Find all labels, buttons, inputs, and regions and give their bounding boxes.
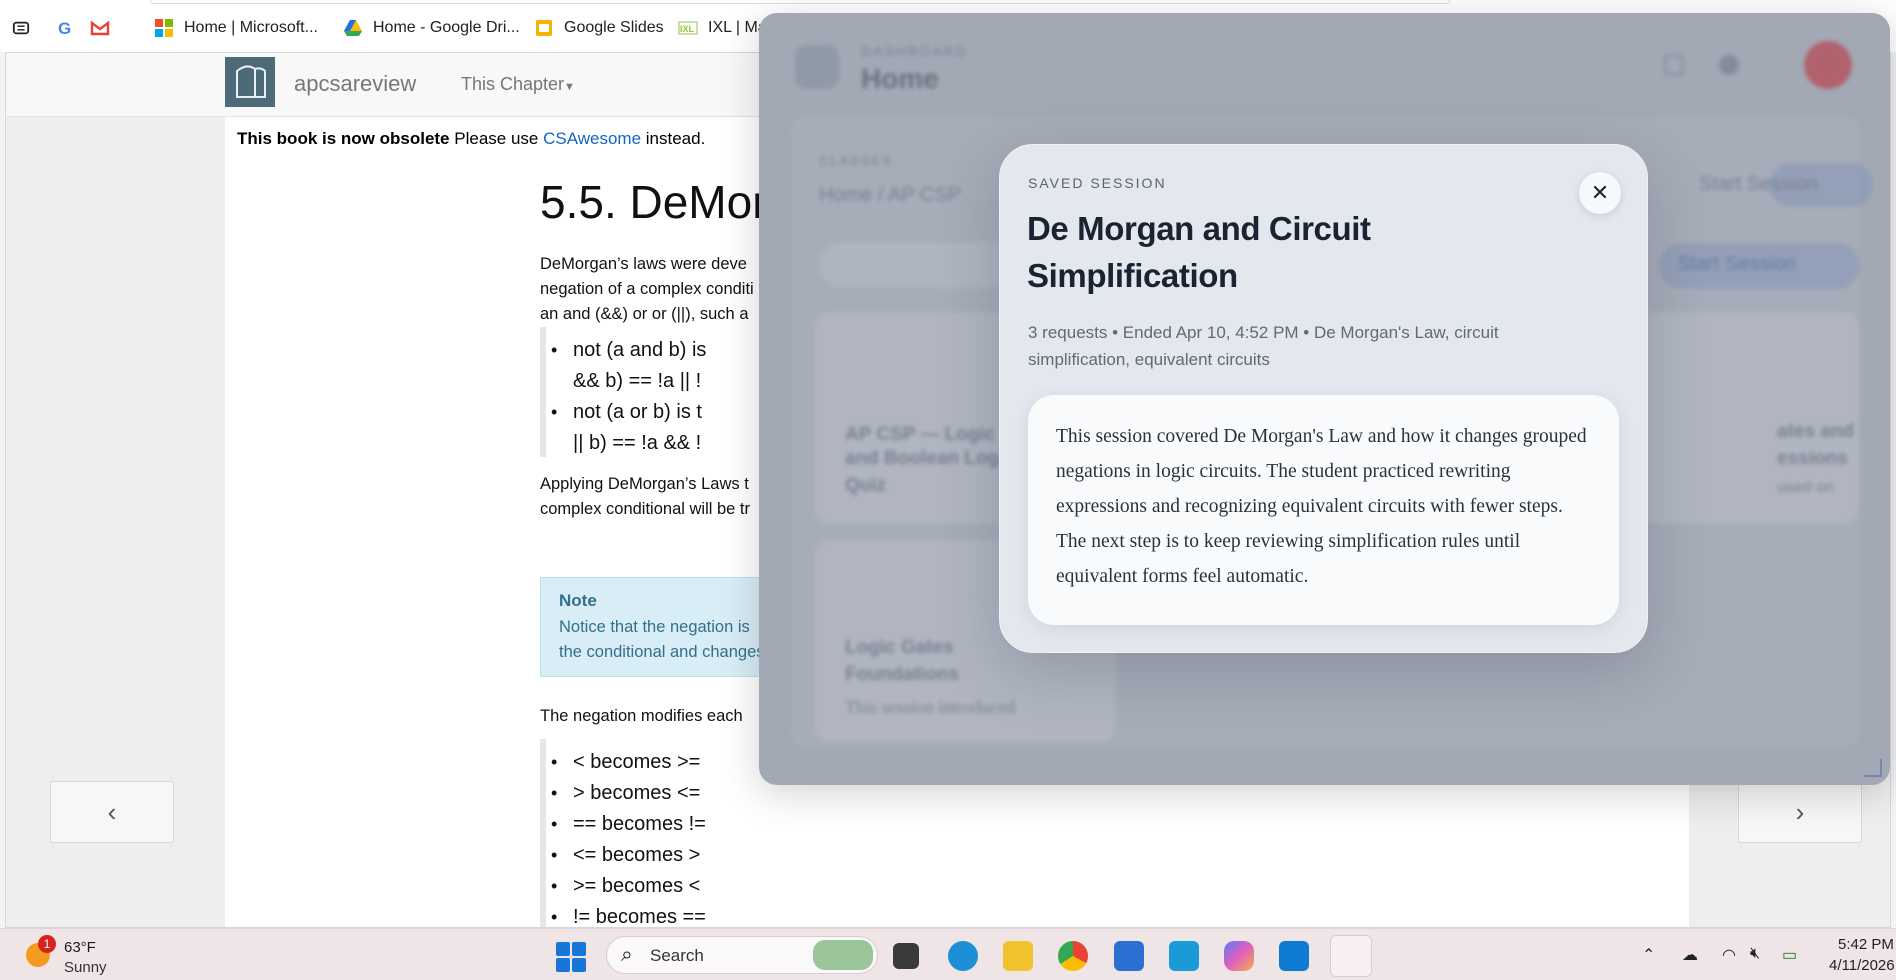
close-icon: ✕ xyxy=(1590,180,1610,205)
modal-eyebrow: SAVED SESSION xyxy=(1028,175,1167,191)
operator-bullet: >= becomes < xyxy=(551,871,700,902)
weather-condition: Sunny xyxy=(64,959,107,976)
prev-page-button[interactable]: ‹ xyxy=(50,781,174,843)
negation-text: The negation modifies each xyxy=(540,707,743,725)
svg-text:G: G xyxy=(58,19,71,38)
search-icon: ⌕ xyxy=(621,943,633,966)
page-heading: 5.5. DeMorg xyxy=(540,176,794,228)
obsolete-bold: This book is now obsolete xyxy=(237,129,450,148)
close-button[interactable]: ✕ xyxy=(1579,172,1621,214)
site-logo[interactable] xyxy=(225,57,275,107)
ixl-icon: IXL xyxy=(678,21,698,35)
session-summary: This session covered De Morgan's Law and… xyxy=(1056,426,1587,587)
bookmark-google-slides[interactable]: Google Slides xyxy=(534,17,664,39)
svg-text:IXL: IXL xyxy=(680,24,695,34)
bookmark-microsoft[interactable]: Home | Microsoft... xyxy=(154,17,318,39)
note-line: Notice that the negation is xyxy=(559,618,750,636)
saved-session-modal: SAVED SESSION De Morgan and Circuit Simp… xyxy=(999,144,1648,653)
chrome-icon[interactable] xyxy=(1058,941,1088,971)
edge-icon[interactable] xyxy=(948,941,978,971)
session-meta: 3 requests • Ended Apr 10, 4:52 PM • De … xyxy=(1028,323,1499,369)
reading-list-icon xyxy=(12,21,30,35)
bookmark-label: Home - Google Dri... xyxy=(373,19,520,36)
note-title: Note xyxy=(559,591,597,610)
search-highlight-image xyxy=(813,940,873,970)
bookmark-label: Home | Microsoft... xyxy=(184,19,318,36)
intro-line: negation of a complex conditi xyxy=(540,280,754,298)
chevron-up-icon[interactable]: ⌃ xyxy=(1642,945,1655,965)
gmail-icon xyxy=(90,20,110,36)
taskbar: 1 63°F Sunny ⌕ Search ⌃ ☁ ◠ 🔇︎ ▭ 5:42 PM… xyxy=(0,928,1896,980)
note-box: Note Notice that the negation is the con… xyxy=(540,577,780,677)
obsolete-end: instead. xyxy=(641,129,706,148)
operator-bullet: <= becomes > xyxy=(551,840,700,871)
bookmark-google[interactable]: G xyxy=(56,17,86,39)
resize-grip-icon[interactable] xyxy=(1864,759,1882,777)
wifi-icon[interactable]: ◠ xyxy=(1722,945,1736,965)
chevron-left-icon: ‹ xyxy=(107,796,117,827)
operator-bullet: == becomes != xyxy=(551,809,706,840)
google-icon: G xyxy=(58,19,71,38)
weather-temperature: 63°F xyxy=(64,939,96,956)
taskbar-search[interactable]: ⌕ Search xyxy=(606,936,878,974)
file-explorer-icon[interactable] xyxy=(1003,941,1033,971)
reading-list-button[interactable] xyxy=(12,17,40,39)
windows-logo-icon xyxy=(556,942,570,956)
search-label: Search xyxy=(650,946,704,965)
csawesome-link[interactable]: CSAwesome xyxy=(543,129,641,148)
copilot-icon[interactable] xyxy=(1224,941,1254,971)
app-icon[interactable] xyxy=(1169,941,1199,971)
operator-bullet: != becomes == xyxy=(551,902,706,927)
session-summary-card: This session covered De Morgan's Law and… xyxy=(1028,395,1619,625)
bookmark-ixl[interactable]: IXL IXL | Mat xyxy=(678,17,771,39)
study-app-icon[interactable] xyxy=(1330,935,1372,977)
intro-line: DeMorgan’s laws were deve xyxy=(540,255,747,273)
vscode-icon[interactable] xyxy=(1279,941,1309,971)
obsolete-text: Please use xyxy=(449,129,544,148)
bookmark-label: Google Slides xyxy=(564,19,664,36)
intro-line: an and (&&) or or (||), such a xyxy=(540,305,749,323)
windows-logo-icon xyxy=(572,958,586,972)
task-view-icon[interactable] xyxy=(893,943,919,969)
notification-badge: 1 xyxy=(38,935,56,953)
address-bar-edge xyxy=(150,0,1450,4)
operator-bullet: < becomes >= xyxy=(551,747,700,778)
google-drive-icon xyxy=(344,20,362,36)
clock-time[interactable]: 5:42 PM xyxy=(1838,936,1894,953)
law-bullet: not (a or b) is t xyxy=(551,397,702,428)
google-slides-icon xyxy=(536,20,552,36)
start-button[interactable] xyxy=(556,942,586,972)
law-bullet: not (a and b) is xyxy=(551,335,706,366)
chevron-right-icon: › xyxy=(1795,796,1805,827)
cloud-icon[interactable]: ☁ xyxy=(1682,945,1698,965)
windows-logo-icon xyxy=(556,958,570,972)
note-line: the conditional and changes xyxy=(559,643,765,661)
site-title[interactable]: apcsareview xyxy=(294,71,416,97)
law-bullet-cont: && b) == !a || ! xyxy=(573,370,702,392)
applying-line: complex conditional will be tr xyxy=(540,500,751,518)
battery-icon[interactable]: ▭ xyxy=(1782,945,1797,965)
volume-muted-icon[interactable]: 🔇︎ xyxy=(1750,945,1760,963)
operator-bullet: > becomes <= xyxy=(551,778,700,809)
next-page-button[interactable]: › xyxy=(1738,781,1862,843)
modal-title: De Morgan and Circuit Simplification xyxy=(1027,210,1371,294)
chapter-menu-label: This Chapter xyxy=(461,74,565,94)
law-bullet-cont: || b) == !a && ! xyxy=(573,432,702,454)
obsolete-notice: This book is now obsolete Please use CSA… xyxy=(237,129,705,149)
microsoft-icon xyxy=(155,19,173,37)
book-logo-icon xyxy=(236,65,266,98)
bookmark-gmail[interactable] xyxy=(90,17,120,39)
applying-line: Applying DeMorgan’s Laws t xyxy=(540,475,749,493)
store-icon[interactable] xyxy=(1114,941,1144,971)
caret-down-icon: ▼ xyxy=(564,81,575,93)
bookmark-google-drive[interactable]: Home - Google Dri... xyxy=(343,17,520,39)
windows-logo-icon xyxy=(572,942,586,956)
clock-date[interactable]: 4/11/2026 xyxy=(1829,957,1895,974)
chapter-menu[interactable]: This Chapter▼ xyxy=(461,74,575,95)
